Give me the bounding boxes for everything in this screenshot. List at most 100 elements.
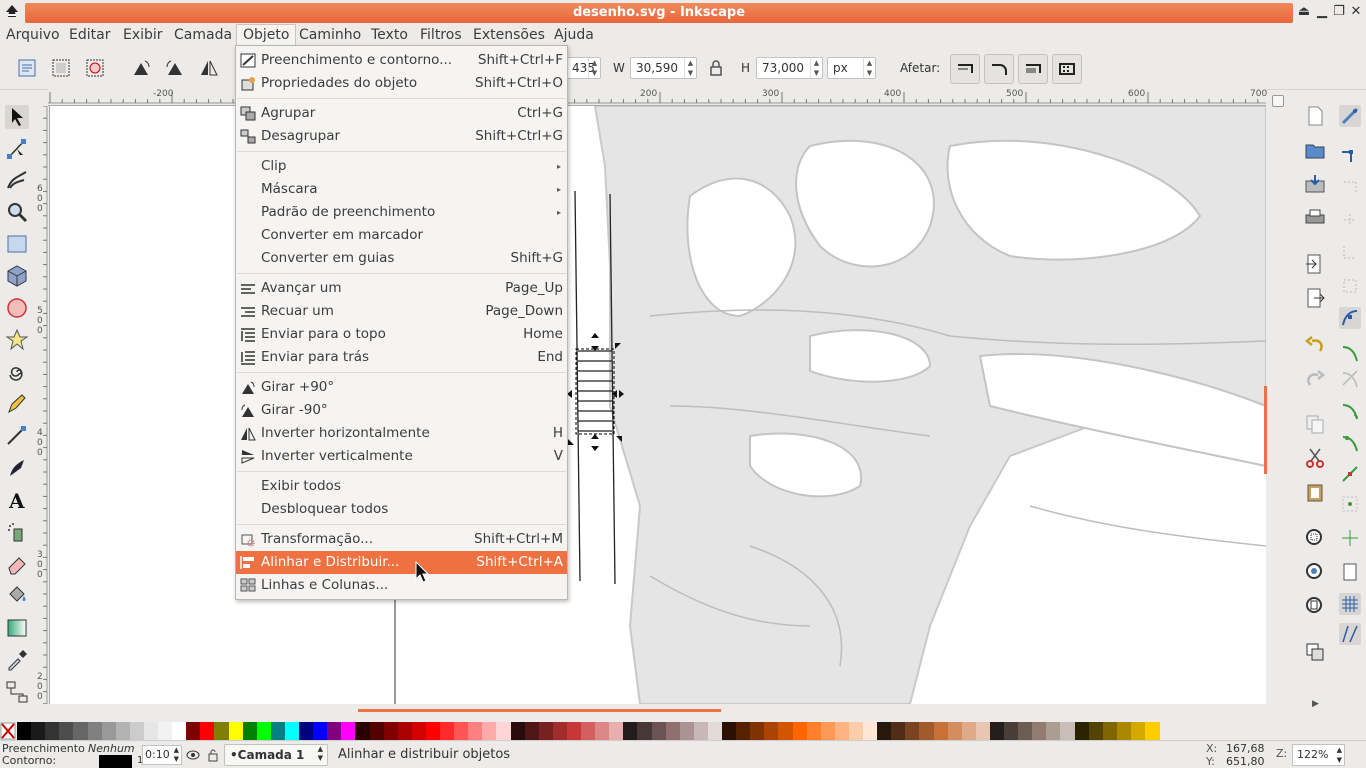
zoom-corner-button[interactable] bbox=[1272, 95, 1284, 107]
palette-swatch[interactable] bbox=[933, 722, 949, 740]
palette-swatch[interactable] bbox=[454, 722, 470, 740]
palette-swatch[interactable] bbox=[284, 722, 300, 740]
palette-swatch[interactable] bbox=[440, 722, 455, 740]
connector-tool-icon[interactable] bbox=[5, 680, 29, 704]
copy-icon[interactable] bbox=[1304, 413, 1326, 435]
zoom-page-icon[interactable] bbox=[1304, 595, 1326, 617]
layer-select[interactable]: •Camada 1 ▲ ▼ bbox=[224, 744, 328, 766]
palette-swatch[interactable] bbox=[595, 722, 611, 740]
palette-swatch[interactable] bbox=[1102, 722, 1118, 740]
layer-lock-icon[interactable] bbox=[206, 748, 220, 762]
palette-swatch[interactable] bbox=[722, 722, 737, 740]
cut-icon[interactable] bbox=[1304, 447, 1326, 469]
vertical-scrollbar[interactable] bbox=[1264, 386, 1267, 474]
palette-swatch[interactable] bbox=[299, 722, 314, 740]
menu-item-raise-top[interactable]: Enviar para o topo Home bbox=[236, 323, 567, 346]
palette-swatch[interactable] bbox=[651, 722, 667, 740]
palette-swatch[interactable] bbox=[341, 722, 357, 740]
unit-dropdown-arrows[interactable]: ▲ ▼ bbox=[863, 58, 875, 78]
window-shade-icon[interactable]: ⏏ bbox=[1296, 4, 1312, 20]
menu-item-unlock-all[interactable]: Desbloquear todos bbox=[236, 498, 567, 521]
menu-item-raise[interactable]: Avançar um Page_Up bbox=[236, 277, 567, 300]
palette-swatch[interactable] bbox=[905, 722, 921, 740]
minimize-icon[interactable]: ▁ bbox=[1314, 4, 1330, 20]
menu-filtros[interactable]: Filtros bbox=[414, 24, 468, 46]
scale-corners-toggle[interactable] bbox=[984, 54, 1014, 84]
unit-select[interactable]: px ▲ ▼ bbox=[827, 57, 876, 79]
palette-swatch[interactable] bbox=[256, 722, 272, 740]
palette-swatch[interactable] bbox=[1130, 722, 1146, 740]
palette-swatch[interactable] bbox=[327, 722, 343, 740]
menu-item-flip-vertical[interactable]: Inverter verticalmente V bbox=[236, 445, 567, 468]
palette-swatch[interactable] bbox=[524, 722, 540, 740]
inkscape-logo-icon[interactable] bbox=[4, 4, 20, 20]
select-all-icon[interactable] bbox=[16, 57, 38, 79]
palette-swatch[interactable] bbox=[919, 722, 935, 740]
opacity-spin-arrows[interactable]: ▲ ▼ bbox=[174, 746, 179, 764]
palette-swatch[interactable] bbox=[1074, 722, 1090, 740]
palette-swatch[interactable] bbox=[877, 722, 893, 740]
palette-swatch[interactable] bbox=[172, 722, 188, 740]
snap-object-midpoint-icon[interactable] bbox=[1339, 493, 1361, 515]
palette-swatch[interactable] bbox=[17, 722, 32, 740]
snap-smooth-icon[interactable] bbox=[1339, 431, 1361, 453]
palette-swatch[interactable] bbox=[707, 722, 723, 740]
palette-swatch[interactable] bbox=[1116, 722, 1132, 740]
snap-bbox-midpoint-icon[interactable] bbox=[1339, 241, 1361, 263]
palette-swatch[interactable] bbox=[397, 722, 413, 740]
maximize-icon[interactable]: ❐ bbox=[1331, 4, 1347, 20]
menu-item-convert-marker[interactable]: Converter em marcador bbox=[236, 224, 567, 247]
rectangle-tool-icon[interactable] bbox=[5, 232, 29, 256]
palette-swatch[interactable] bbox=[425, 722, 441, 740]
snap-bbox-center-icon[interactable] bbox=[1339, 275, 1361, 297]
palette-swatch[interactable] bbox=[228, 722, 244, 740]
opacity-field[interactable]: 0:10 ▲ ▼ bbox=[142, 745, 182, 765]
palette-swatch[interactable] bbox=[270, 722, 286, 740]
menu-item-object-properties[interactable]: Propriedades do objeto Shift+Ctrl+O bbox=[236, 72, 567, 95]
palette-swatch[interactable] bbox=[778, 722, 794, 740]
palette-swatch[interactable] bbox=[679, 722, 695, 740]
palette-swatch[interactable] bbox=[1004, 722, 1019, 740]
palette-swatch[interactable] bbox=[45, 722, 61, 740]
zoom-spin-arrows[interactable]: ▲ ▼ bbox=[1337, 745, 1342, 765]
palette-swatch[interactable] bbox=[1018, 722, 1034, 740]
palette-swatch[interactable] bbox=[750, 722, 766, 740]
menu-item-rotate-ccw[interactable]: Girar -90° bbox=[236, 399, 567, 422]
close-icon[interactable]: ✕ bbox=[1348, 4, 1364, 20]
palette-swatch[interactable] bbox=[975, 722, 991, 740]
palette-swatch[interactable] bbox=[609, 722, 625, 740]
palette-swatch[interactable] bbox=[961, 722, 977, 740]
menu-camada[interactable]: Camada bbox=[168, 24, 238, 46]
menu-item-group[interactable]: Agrupar Ctrl+G bbox=[236, 102, 567, 125]
w-field[interactable]: 30,590 ▲ ▼ bbox=[630, 57, 697, 79]
snap-enable-icon[interactable] bbox=[1339, 105, 1361, 127]
flip-horizontal-toolbar-icon[interactable] bbox=[198, 57, 220, 79]
palette-swatch[interactable] bbox=[129, 722, 145, 740]
zoom-field[interactable]: 122% ▲ ▼ bbox=[1292, 744, 1345, 766]
visibility-eye-icon[interactable] bbox=[186, 748, 200, 762]
palette-swatch[interactable] bbox=[496, 722, 512, 740]
menu-item-clip[interactable]: Clip ▸ bbox=[236, 155, 567, 178]
x-spin-arrows[interactable]: ▲ ▼ bbox=[588, 58, 600, 78]
menu-objeto[interactable]: Objeto bbox=[236, 24, 297, 46]
snap-page-border-icon[interactable] bbox=[1339, 561, 1361, 583]
menu-arquivo[interactable]: Arquivo bbox=[0, 24, 66, 46]
new-document-icon[interactable] bbox=[1304, 105, 1326, 127]
scale-stroke-toggle[interactable] bbox=[950, 54, 980, 84]
star-tool-icon[interactable] bbox=[5, 328, 29, 352]
palette-swatch[interactable] bbox=[623, 722, 639, 740]
menu-item-show-all[interactable]: Exibir todos bbox=[236, 475, 567, 498]
undo-icon[interactable] bbox=[1304, 333, 1326, 355]
menu-item-rows-columns[interactable]: Linhas e Colunas... bbox=[236, 574, 567, 597]
select-all-layers-icon[interactable] bbox=[50, 57, 72, 79]
palette-swatch[interactable] bbox=[806, 722, 822, 740]
palette-swatch[interactable] bbox=[581, 722, 596, 740]
palette-swatch[interactable] bbox=[214, 722, 230, 740]
fill-value[interactable]: Nenhum bbox=[88, 742, 135, 755]
menu-exibir[interactable]: Exibir bbox=[117, 24, 169, 46]
selector-tool-icon[interactable] bbox=[5, 105, 29, 129]
x-field[interactable]: 435 ▲ ▼ bbox=[566, 57, 601, 79]
palette-swatch[interactable] bbox=[820, 722, 836, 740]
h-field[interactable]: 73,000 ▲ ▼ bbox=[756, 57, 823, 79]
tweak-tool-icon[interactable] bbox=[5, 168, 29, 192]
